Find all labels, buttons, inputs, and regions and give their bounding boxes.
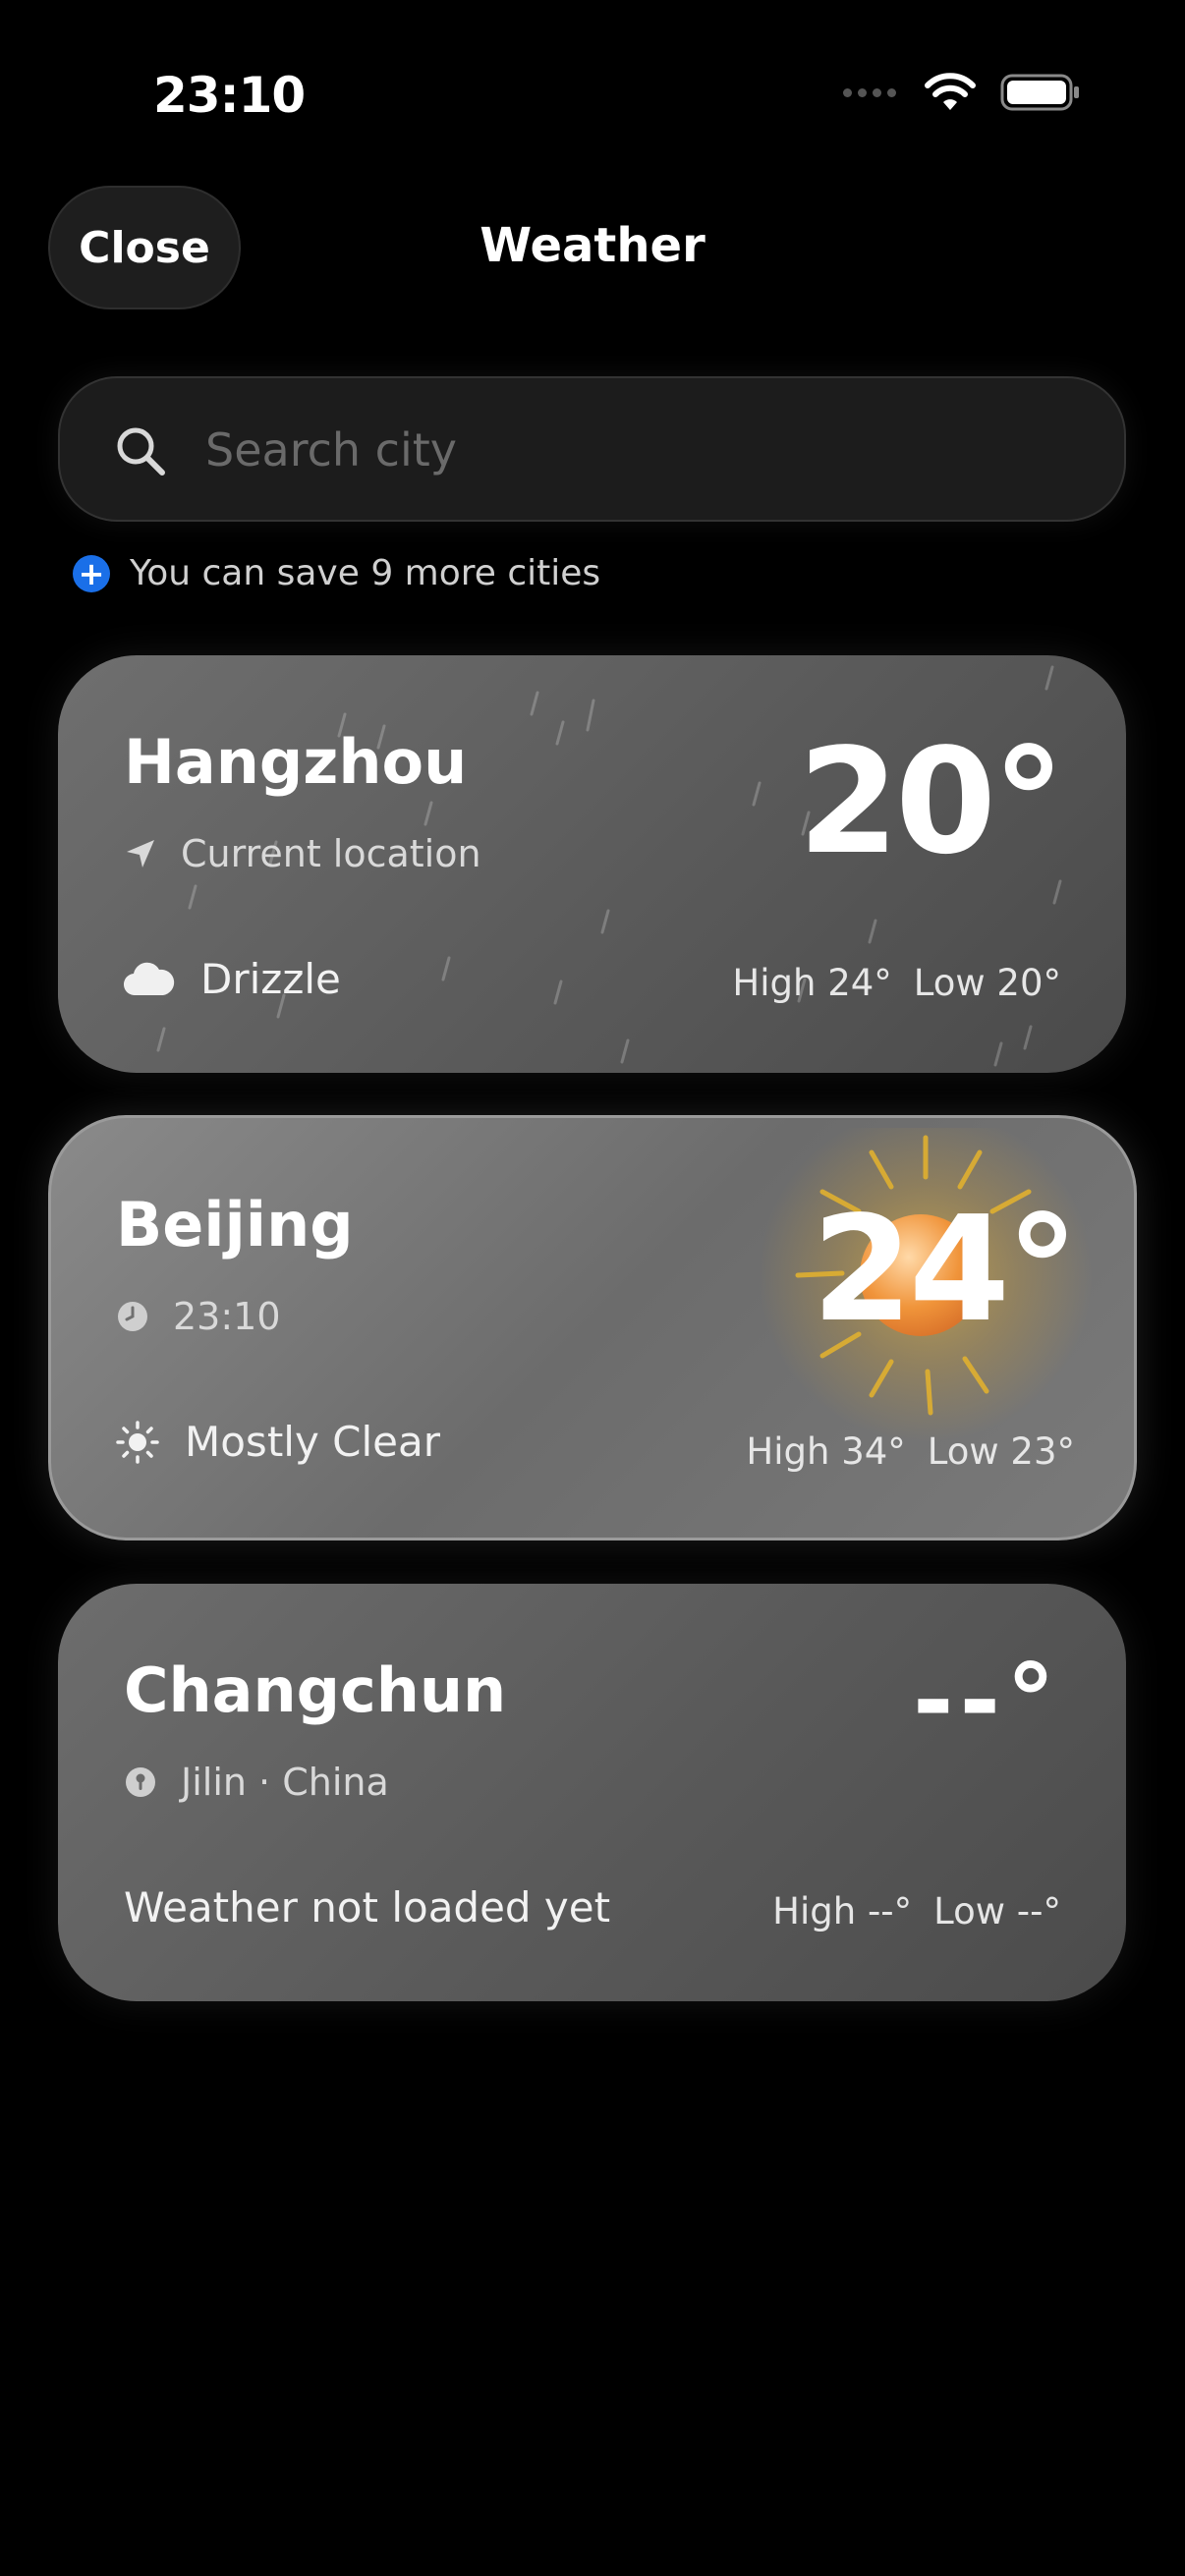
high-low: High 24° Low 20°	[732, 962, 1061, 1004]
city-name: Changchun	[124, 1654, 507, 1726]
low-temp: Low --°	[933, 1890, 1061, 1932]
battery-icon	[1000, 74, 1079, 111]
high-low: High --° Low --°	[772, 1890, 1061, 1932]
city-subtitle: Current location	[181, 832, 481, 875]
condition-row: Drizzle	[124, 955, 341, 1003]
save-hint-text: You can save 9 more cities	[130, 553, 601, 593]
clock-icon	[118, 1302, 147, 1331]
city-card-hangzhou[interactable]: Hangzhou Current location 20° Drizzle Hi…	[58, 655, 1126, 1073]
high-temp: High --°	[772, 1890, 913, 1932]
search-input[interactable]	[203, 378, 1072, 522]
status-time: 23:10	[153, 67, 306, 124]
high-low: High 34° Low 23°	[746, 1430, 1075, 1473]
wifi-icon	[925, 73, 976, 110]
city-card-beijing[interactable]: Beijing 23:10 24° Mostly Clear High 34°	[48, 1115, 1137, 1540]
search-icon	[117, 427, 165, 476]
city-subtitle: 23:10	[173, 1295, 281, 1338]
status-icons	[843, 73, 1081, 112]
condition-row: Mostly Clear	[116, 1418, 440, 1466]
save-hint: + You can save 9 more cities	[73, 553, 600, 593]
high-temp: High 34°	[746, 1430, 906, 1473]
page-title: Weather	[480, 218, 705, 273]
city-temperature: 24°	[812, 1185, 1079, 1354]
condition-text: Drizzle	[200, 955, 341, 1003]
city-card-changchun[interactable]: Changchun Jilin · China --° Weather not …	[58, 1584, 1126, 2001]
high-temp: High 24°	[732, 962, 892, 1004]
plus-circle-icon: +	[73, 554, 110, 592]
low-temp: Low 20°	[913, 962, 1061, 1004]
city-temperature: --°	[912, 1643, 1061, 1758]
city-subtitle-row: Jilin · China	[124, 1761, 389, 1804]
pin-icon	[126, 1767, 155, 1797]
cellular-dots-icon	[843, 87, 896, 97]
condition-text: Mostly Clear	[185, 1418, 440, 1466]
condition-text: Weather not loaded yet	[124, 1883, 611, 1932]
city-temperature: 20°	[798, 717, 1065, 886]
city-name: Beijing	[116, 1189, 354, 1260]
cloud-icon	[124, 962, 175, 995]
sun-icon	[116, 1420, 159, 1464]
city-subtitle-row: 23:10	[116, 1295, 281, 1338]
city-subtitle-row: Current location	[124, 832, 481, 875]
city-name: Hangzhou	[124, 726, 468, 798]
city-subtitle: Jilin · China	[181, 1761, 389, 1804]
low-temp: Low 23°	[927, 1430, 1075, 1473]
location-arrow-icon	[127, 840, 154, 868]
search-bar[interactable]	[58, 376, 1126, 522]
